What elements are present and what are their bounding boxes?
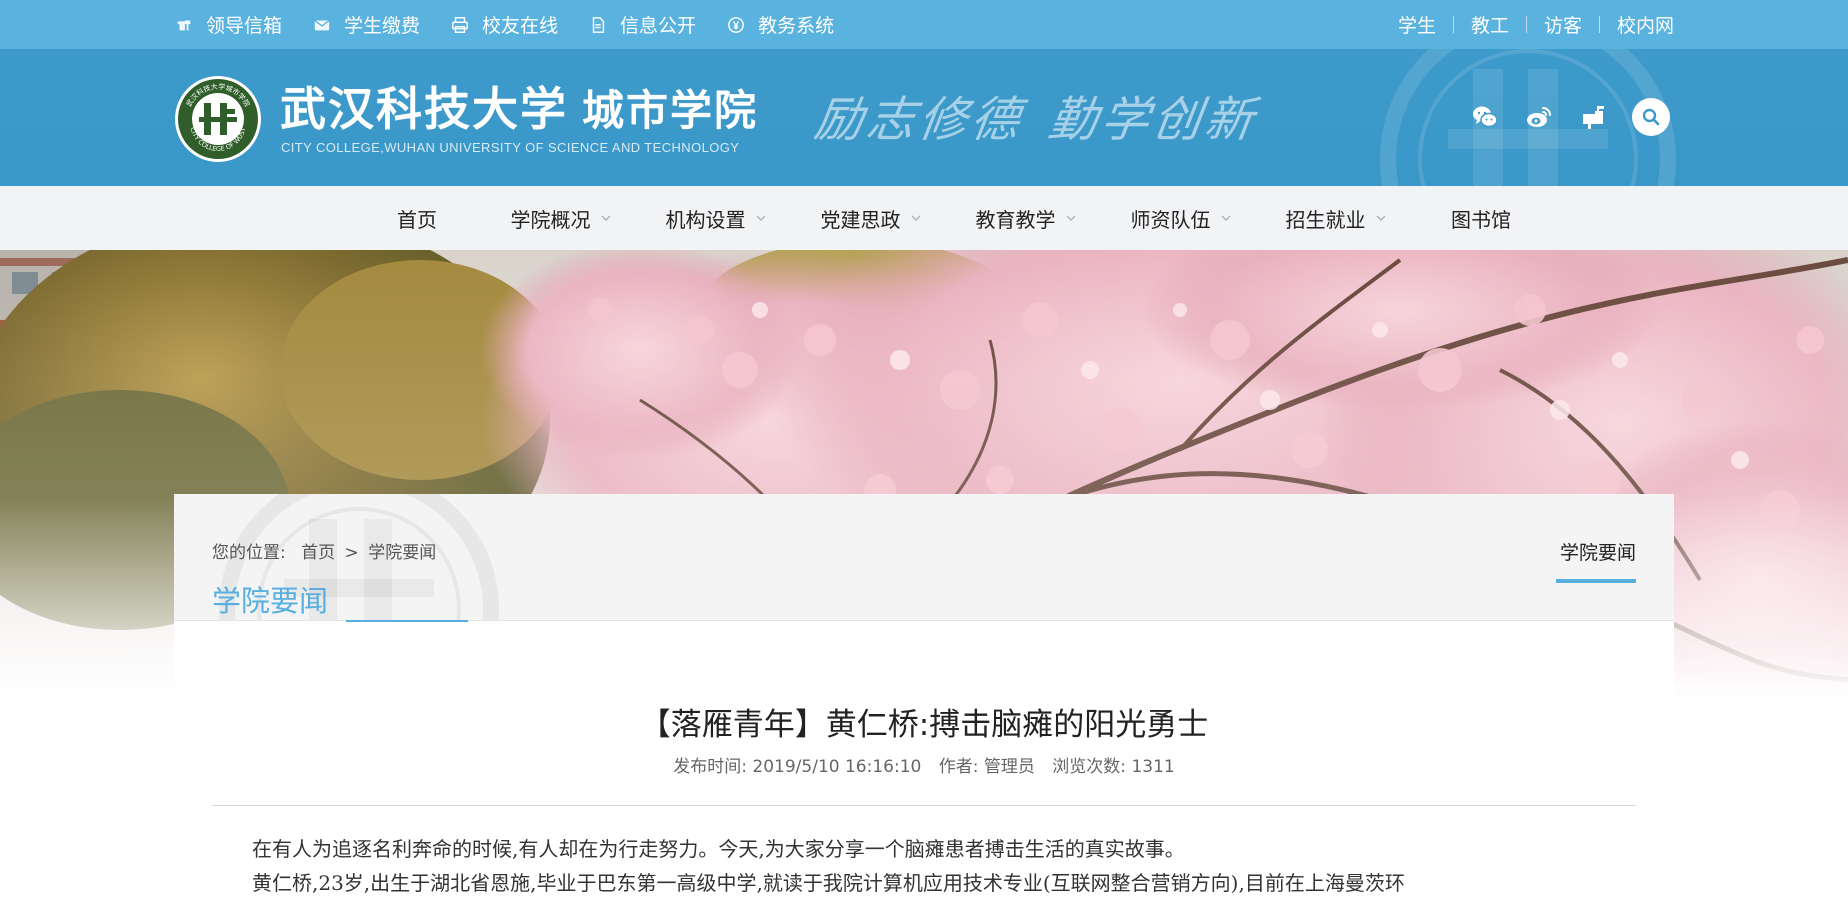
chevron-down-icon <box>1219 211 1233 225</box>
chevron-down-icon <box>1064 211 1078 225</box>
quick-link-label: 学生缴费 <box>344 15 421 37</box>
nav-item-education[interactable]: 教育教学 <box>949 186 1104 250</box>
chevron-down-icon <box>1374 211 1388 225</box>
nav-item-home[interactable]: 首页 <box>350 186 484 250</box>
nav-item-label: 首页 <box>397 207 437 232</box>
meta-views: 1311 <box>1131 757 1175 777</box>
weibo-icon[interactable] <box>1524 102 1554 132</box>
nav-item-party-building[interactable]: 党建思政 <box>794 186 949 250</box>
header-icons <box>1470 98 1670 136</box>
search-button[interactable] <box>1632 98 1670 136</box>
nav-item-admissions[interactable]: 招生就业 <box>1259 186 1414 250</box>
side-tab-college-news[interactable]: 学院要闻 <box>1560 538 1636 565</box>
breadcrumb-prefix: 您的位置: <box>212 543 286 563</box>
breadcrumb-current[interactable]: 学院要闻 <box>368 543 436 563</box>
college-seal-logo[interactable]: 武汉科技大学城市学院 CITY COLLEGE OF WUST <box>174 75 262 163</box>
article-body: 在有人为追逐名利奔命的时候,有人却在为行走努力。今天,为大家分享一个脑瘫患者搏击… <box>212 832 1636 900</box>
top-utility-bar: 领导信箱 学生缴费 校友在线 信息公开 教务系统 学生 教工 访客 校内网 <box>0 0 1848 49</box>
side-tab-active-indicator <box>1556 579 1636 583</box>
meta-date: 2019/5/10 16:16:10 <box>752 757 922 777</box>
site-header: 武汉科技大学城市学院 CITY COLLEGE OF WUST 武汉科技大学 城市… <box>0 49 1848 186</box>
breadcrumb-home[interactable]: 首页 <box>301 543 335 563</box>
role-link-staff[interactable]: 教工 <box>1454 11 1526 38</box>
role-link-student[interactable]: 学生 <box>1381 11 1453 38</box>
quick-link-info-disclosure[interactable]: 信息公开 <box>588 11 696 38</box>
college-name-en: CITY COLLEGE,WUHAN UNIVERSITY OF SCIENCE… <box>281 140 740 155</box>
nav-item-label: 机构设置 <box>665 207 746 232</box>
main-nav-list: 首页 学院概况 机构设置 党建思政 教育教学 师资队伍 招生就业 图书馆 <box>350 186 1548 250</box>
meta-author: 管理员 <box>983 757 1035 777</box>
printer-icon <box>450 15 470 35</box>
nav-item-departments[interactable]: 机构设置 <box>639 186 794 250</box>
section-title-underline <box>346 620 468 622</box>
college-name-cn-part1: 武汉科技大学 <box>280 82 568 136</box>
mailbox-icon[interactable] <box>1578 102 1608 132</box>
main-nav: 首页 学院概况 机构设置 党建思政 教育教学 师资队伍 招生就业 图书馆 <box>0 186 1848 250</box>
college-motto: 励志修德 勤学创新 <box>811 91 1261 149</box>
motto-part-a: 励志修德 <box>811 92 1027 148</box>
quick-link-label: 教务系统 <box>758 15 835 37</box>
content-header: 您的位置: 首页 > 学院要闻 学院要闻 学院要闻 <box>174 494 1674 621</box>
document-icon <box>588 15 608 35</box>
nav-item-label: 教育教学 <box>975 207 1056 232</box>
nav-item-label: 招生就业 <box>1285 207 1366 232</box>
yen-icon <box>726 15 746 35</box>
breadcrumb: 您的位置: 首页 > 学院要闻 <box>212 538 436 563</box>
top-utility-inner: 领导信箱 学生缴费 校友在线 信息公开 教务系统 学生 教工 访客 校内网 <box>174 0 1674 49</box>
section-title: 学院要闻 <box>212 584 329 618</box>
role-links: 学生 教工 访客 校内网 <box>1381 0 1674 49</box>
motto-part-b: 勤学创新 <box>1045 92 1261 148</box>
nav-item-about[interactable]: 学院概况 <box>484 186 639 250</box>
nav-item-label: 师资队伍 <box>1130 207 1211 232</box>
article-meta: 发布时间: 2019/5/10 16:16:10 作者: 管理员 浏览次数: 1… <box>174 752 1674 777</box>
chevron-down-icon <box>599 211 613 225</box>
nav-item-label: 图书馆 <box>1451 207 1511 232</box>
quick-link-academic-system[interactable]: 教务系统 <box>726 11 834 38</box>
meta-author-label: 作者: <box>938 757 979 777</box>
nav-item-faculty[interactable]: 师资队伍 <box>1104 186 1259 250</box>
content-panel: 您的位置: 首页 > 学院要闻 学院要闻 学院要闻 【落雁青年】黄仁桥:搏击脑瘫… <box>174 494 1674 908</box>
meta-views-label: 浏览次数: <box>1052 757 1127 777</box>
wechat-icon[interactable] <box>1470 102 1500 132</box>
college-name-cn-part2: 城市学院 <box>582 87 759 134</box>
mailbox-icon <box>174 15 194 35</box>
quick-link-leader-mailbox[interactable]: 领导信箱 <box>174 11 282 38</box>
breadcrumb-separator: > <box>344 543 359 563</box>
role-link-visitor[interactable]: 访客 <box>1527 11 1599 38</box>
article-title: 【落雁青年】黄仁桥:搏击脑瘫的阳光勇士 <box>639 707 1209 743</box>
meta-date-label: 发布时间: <box>673 757 748 777</box>
college-name-cn[interactable]: 武汉科技大学 城市学院 <box>280 83 758 137</box>
nav-item-library[interactable]: 图书馆 <box>1414 186 1548 250</box>
quick-link-label: 校友在线 <box>482 15 559 37</box>
article-paragraph: 在有人为追逐名利奔命的时候,有人却在为行走努力。今天,为大家分享一个脑瘫患者搏击… <box>252 837 1185 861</box>
quick-link-student-payment[interactable]: 学生缴费 <box>312 11 420 38</box>
quick-link-label: 领导信箱 <box>206 15 283 37</box>
envelope-icon <box>312 15 332 35</box>
chevron-down-icon <box>909 211 923 225</box>
quick-link-alumni-online[interactable]: 校友在线 <box>450 11 558 38</box>
quick-links: 领导信箱 学生缴费 校友在线 信息公开 教务系统 <box>174 0 864 49</box>
article-divider <box>212 805 1636 806</box>
role-link-intranet[interactable]: 校内网 <box>1600 11 1674 38</box>
search-icon <box>1642 108 1660 126</box>
quick-link-label: 信息公开 <box>620 15 697 37</box>
article-paragraph: 黄仁桥,23岁,出生于湖北省恩施,毕业于巴东第一高级中学,就读于我院计算机应用技… <box>252 871 1405 895</box>
nav-item-label: 学院概况 <box>510 207 591 232</box>
chevron-down-icon <box>754 211 768 225</box>
nav-item-label: 党建思政 <box>820 207 901 232</box>
